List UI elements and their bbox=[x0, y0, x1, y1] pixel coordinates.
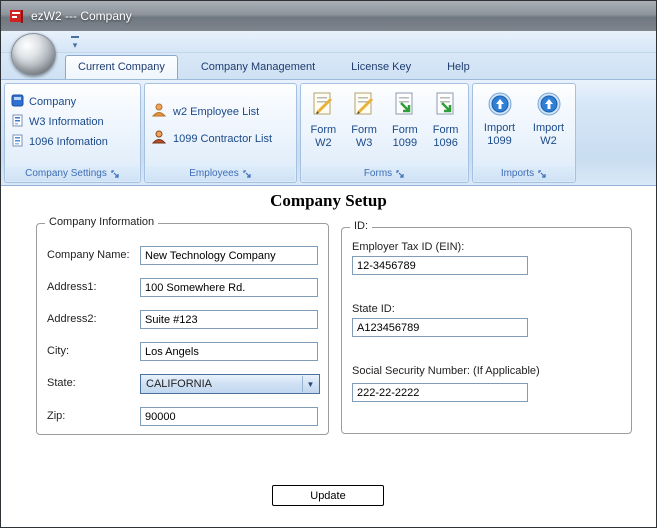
form-1096-icon bbox=[427, 91, 465, 122]
group-caption-imports: Imports bbox=[474, 166, 574, 181]
address2-label: Address2: bbox=[47, 313, 97, 325]
chevron-down-icon[interactable]: ▼ bbox=[302, 376, 318, 392]
ssn-input[interactable] bbox=[352, 383, 528, 402]
ein-label: Employer Tax ID (EIN): bbox=[352, 241, 465, 253]
city-label: City: bbox=[47, 345, 69, 357]
ribbon-item-label: w2 Employee List bbox=[173, 105, 260, 118]
id-legend: ID: bbox=[350, 220, 373, 232]
city-input[interactable] bbox=[140, 342, 318, 361]
company-name-input[interactable] bbox=[140, 246, 318, 265]
ribbon-item-company[interactable]: Company bbox=[11, 92, 134, 112]
ribbon-button-form-1096[interactable]: Form 1096 bbox=[427, 88, 465, 164]
ribbon-item-label: 1096 Infomation bbox=[29, 136, 108, 148]
form-w2-icon bbox=[304, 91, 342, 122]
dialog-launcher-icon[interactable] bbox=[243, 169, 252, 178]
ribbon-button-label: Form 1096 bbox=[432, 124, 459, 149]
ribbon-button-import-w2[interactable]: Import W2 bbox=[526, 88, 572, 164]
tab-current-company[interactable]: Current Company bbox=[65, 55, 178, 79]
group-caption-label: Employees bbox=[189, 168, 239, 179]
form-w3-icon bbox=[345, 91, 383, 122]
page-title: Company Setup bbox=[270, 191, 387, 210]
ribbon-group-employees: w2 Employee List 1099 Contractor List Em… bbox=[144, 83, 297, 183]
import-1099-icon bbox=[477, 91, 523, 120]
tab-company-management[interactable]: Company Management bbox=[188, 55, 328, 79]
ribbon-group-imports: Import 1099 Import W2 Imports bbox=[472, 83, 576, 183]
address2-input[interactable] bbox=[140, 310, 318, 329]
zip-label: Zip: bbox=[47, 410, 66, 422]
titlebar[interactable]: ezW2 --- Company bbox=[1, 1, 656, 31]
ribbon-item-1099-contractor-list[interactable]: 1099 Contractor List bbox=[151, 125, 290, 152]
company-name-label: Company Name: bbox=[47, 249, 130, 261]
group-caption-label: Forms bbox=[363, 168, 393, 179]
ribbon-button-label: Form W2 bbox=[310, 124, 337, 149]
ribbon: Company W3 Information 1096 Infomation C… bbox=[1, 79, 656, 186]
qat-customize-dropdown-icon[interactable]: ▾ bbox=[67, 34, 83, 50]
employee-person-icon bbox=[151, 102, 167, 121]
ribbon-button-label: Form 1099 bbox=[392, 124, 418, 149]
ribbon-item-label: 1099 Contractor List bbox=[173, 132, 273, 145]
state-label: State: bbox=[47, 377, 76, 389]
ribbon-item-w2-employee-list[interactable]: w2 Employee List bbox=[151, 98, 290, 125]
ssn-label: Social Security Number: (If Applicable) bbox=[352, 365, 540, 377]
1096-information-icon bbox=[11, 134, 24, 150]
tab-license-key[interactable]: License Key bbox=[338, 55, 424, 79]
company-information-groupbox: Company Information Company Name: Addres… bbox=[36, 216, 329, 435]
state-dropdown-value: CALIFORNIA bbox=[146, 378, 213, 390]
ribbon-button-label: Form W3 bbox=[351, 124, 377, 149]
ribbon-button-form-w3[interactable]: Form W3 bbox=[345, 88, 383, 164]
ribbon-item-1096-information[interactable]: 1096 Infomation bbox=[11, 132, 134, 152]
address1-input[interactable] bbox=[140, 278, 318, 297]
group-caption-label: Imports bbox=[500, 168, 535, 179]
update-button[interactable]: Update bbox=[272, 485, 384, 506]
dialog-launcher-icon[interactable] bbox=[111, 169, 120, 178]
quick-access-toolbar: ▾ bbox=[1, 31, 656, 53]
main-content: Company Setup Company Information Compan… bbox=[1, 187, 656, 527]
contractor-person-icon bbox=[151, 129, 167, 148]
app-logo-icon bbox=[9, 8, 25, 24]
ribbon-button-form-w2[interactable]: Form W2 bbox=[304, 88, 342, 164]
ribbon-item-label: W3 Information bbox=[29, 116, 104, 128]
id-groupbox: ID: Employer Tax ID (EIN): State ID: Soc… bbox=[341, 220, 632, 434]
company-icon bbox=[11, 94, 24, 110]
dialog-launcher-icon[interactable] bbox=[538, 169, 547, 178]
group-caption-company-settings: Company Settings bbox=[6, 166, 139, 181]
ribbon-item-w3-information[interactable]: W3 Information bbox=[11, 112, 134, 132]
application-orb-button[interactable] bbox=[11, 33, 56, 76]
tab-help[interactable]: Help bbox=[434, 55, 483, 79]
group-caption-label: Company Settings bbox=[25, 168, 107, 179]
ribbon-group-company-settings: Company W3 Information 1096 Infomation C… bbox=[4, 83, 141, 183]
state-dropdown[interactable]: CALIFORNIA ▼ bbox=[140, 374, 320, 394]
ein-input[interactable] bbox=[352, 256, 528, 275]
ribbon-button-label: Import 1099 bbox=[483, 122, 516, 147]
import-w2-icon bbox=[526, 91, 572, 120]
ribbon-button-import-1099[interactable]: Import 1099 bbox=[477, 88, 523, 164]
state-id-input[interactable] bbox=[352, 318, 528, 337]
ribbon-item-label: Company bbox=[29, 96, 77, 108]
ribbon-button-label: Import W2 bbox=[532, 122, 565, 147]
group-caption-employees: Employees bbox=[146, 166, 295, 181]
zip-input[interactable] bbox=[140, 407, 318, 426]
address1-label: Address1: bbox=[47, 281, 97, 293]
dialog-launcher-icon[interactable] bbox=[396, 169, 405, 178]
app-window: ezW2 --- Company ▾ Current Company Compa… bbox=[0, 0, 657, 528]
form-1099-icon bbox=[386, 91, 424, 122]
ribbon-group-forms: Form W2 Form W3 Form 1099 Form 1096 Form… bbox=[300, 83, 469, 183]
ribbon-button-form-1099[interactable]: Form 1099 bbox=[386, 88, 424, 164]
w3-information-icon bbox=[11, 114, 24, 130]
group-caption-forms: Forms bbox=[302, 166, 467, 181]
company-information-legend: Company Information bbox=[45, 216, 159, 228]
window-title: ezW2 --- Company bbox=[31, 9, 132, 23]
ribbon-tab-bar: Current Company Company Management Licen… bbox=[1, 53, 656, 79]
state-id-label: State ID: bbox=[352, 303, 395, 315]
